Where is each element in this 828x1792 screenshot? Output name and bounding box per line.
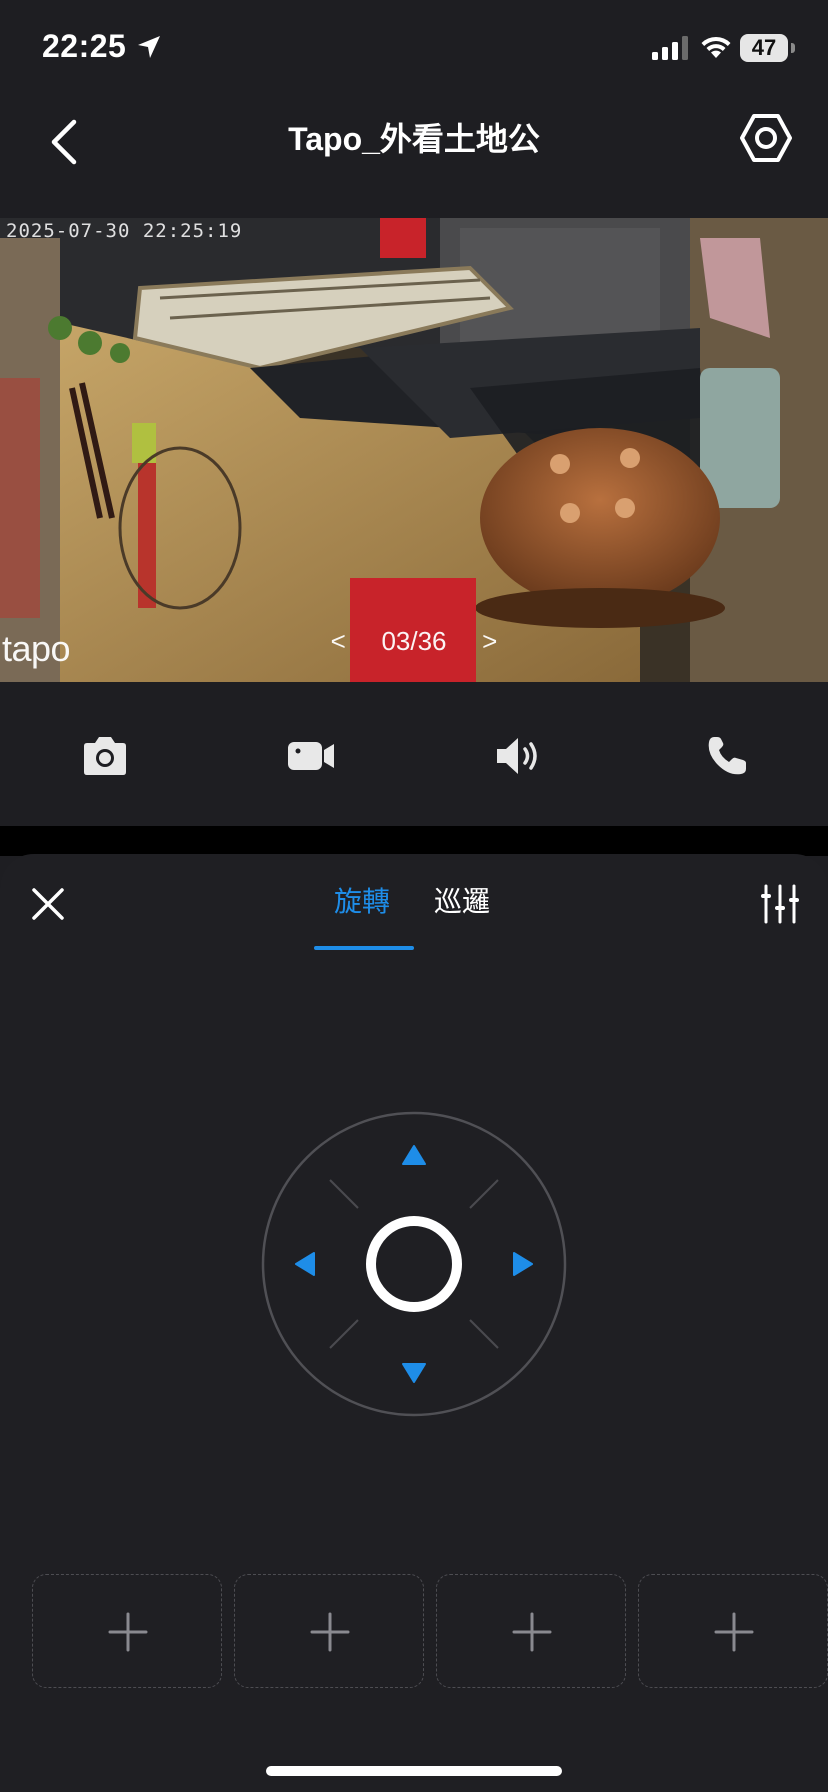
camera-scene-image xyxy=(0,218,828,682)
camera-video-feed[interactable]: 2025-07-30 22:25:19 tapo < 03/36 > xyxy=(0,218,828,682)
video-timestamp: 2025-07-30 22:25:19 xyxy=(6,220,243,242)
camera-icon[interactable] xyxy=(80,734,130,778)
video-record-icon[interactable] xyxy=(286,734,336,778)
sheet-tabs: 旋轉 巡邏 xyxy=(0,880,828,950)
arrow-right-icon[interactable] xyxy=(498,1242,542,1286)
wifi-icon xyxy=(701,36,731,58)
add-icon xyxy=(512,1612,552,1652)
speaker-icon[interactable] xyxy=(494,734,544,778)
pager-prev-button[interactable]: < xyxy=(320,626,356,657)
ptz-control-sheet: 旋轉 巡邏 xyxy=(0,854,828,1792)
settings-hexagon-icon[interactable] xyxy=(740,110,792,166)
add-icon xyxy=(310,1612,350,1652)
add-icon xyxy=(108,1612,148,1652)
phone-icon[interactable] xyxy=(704,734,754,778)
adjust-sliders-icon[interactable] xyxy=(758,882,802,926)
ptz-joystick xyxy=(260,1110,568,1418)
status-time: 22:25 xyxy=(42,28,127,64)
status-bar: 22:25 47 xyxy=(0,0,828,96)
active-tab-indicator xyxy=(314,946,414,950)
battery-tip xyxy=(791,43,795,53)
pager-count: 03/36 xyxy=(381,626,447,656)
cellular-signal-icon xyxy=(652,36,688,60)
preset-slot-2[interactable] xyxy=(234,1574,424,1688)
preset-slot-1[interactable] xyxy=(32,1574,222,1688)
control-toolbar xyxy=(0,682,828,826)
tab-patrol[interactable]: 巡邏 xyxy=(434,880,490,920)
pager-next-button[interactable]: > xyxy=(472,626,508,657)
location-arrow-icon xyxy=(138,36,160,58)
tab-rotate[interactable]: 旋轉 xyxy=(334,880,390,920)
section-divider xyxy=(0,826,828,856)
center-ring-icon[interactable] xyxy=(364,1214,464,1314)
home-indicator[interactable] xyxy=(266,1766,562,1776)
arrow-down-icon[interactable] xyxy=(392,1348,436,1392)
page-title: Tapo_外看土地公 xyxy=(288,121,540,157)
video-pager: < 03/36 > xyxy=(0,626,828,657)
preset-slot-4[interactable] xyxy=(638,1574,828,1688)
nav-bar: Tapo_外看土地公 xyxy=(0,96,828,220)
add-icon xyxy=(714,1612,754,1652)
arrow-left-icon[interactable] xyxy=(286,1242,330,1286)
arrow-up-icon[interactable] xyxy=(392,1136,436,1180)
preset-slot-3[interactable] xyxy=(436,1574,626,1688)
battery-icon: 47 xyxy=(740,34,788,62)
